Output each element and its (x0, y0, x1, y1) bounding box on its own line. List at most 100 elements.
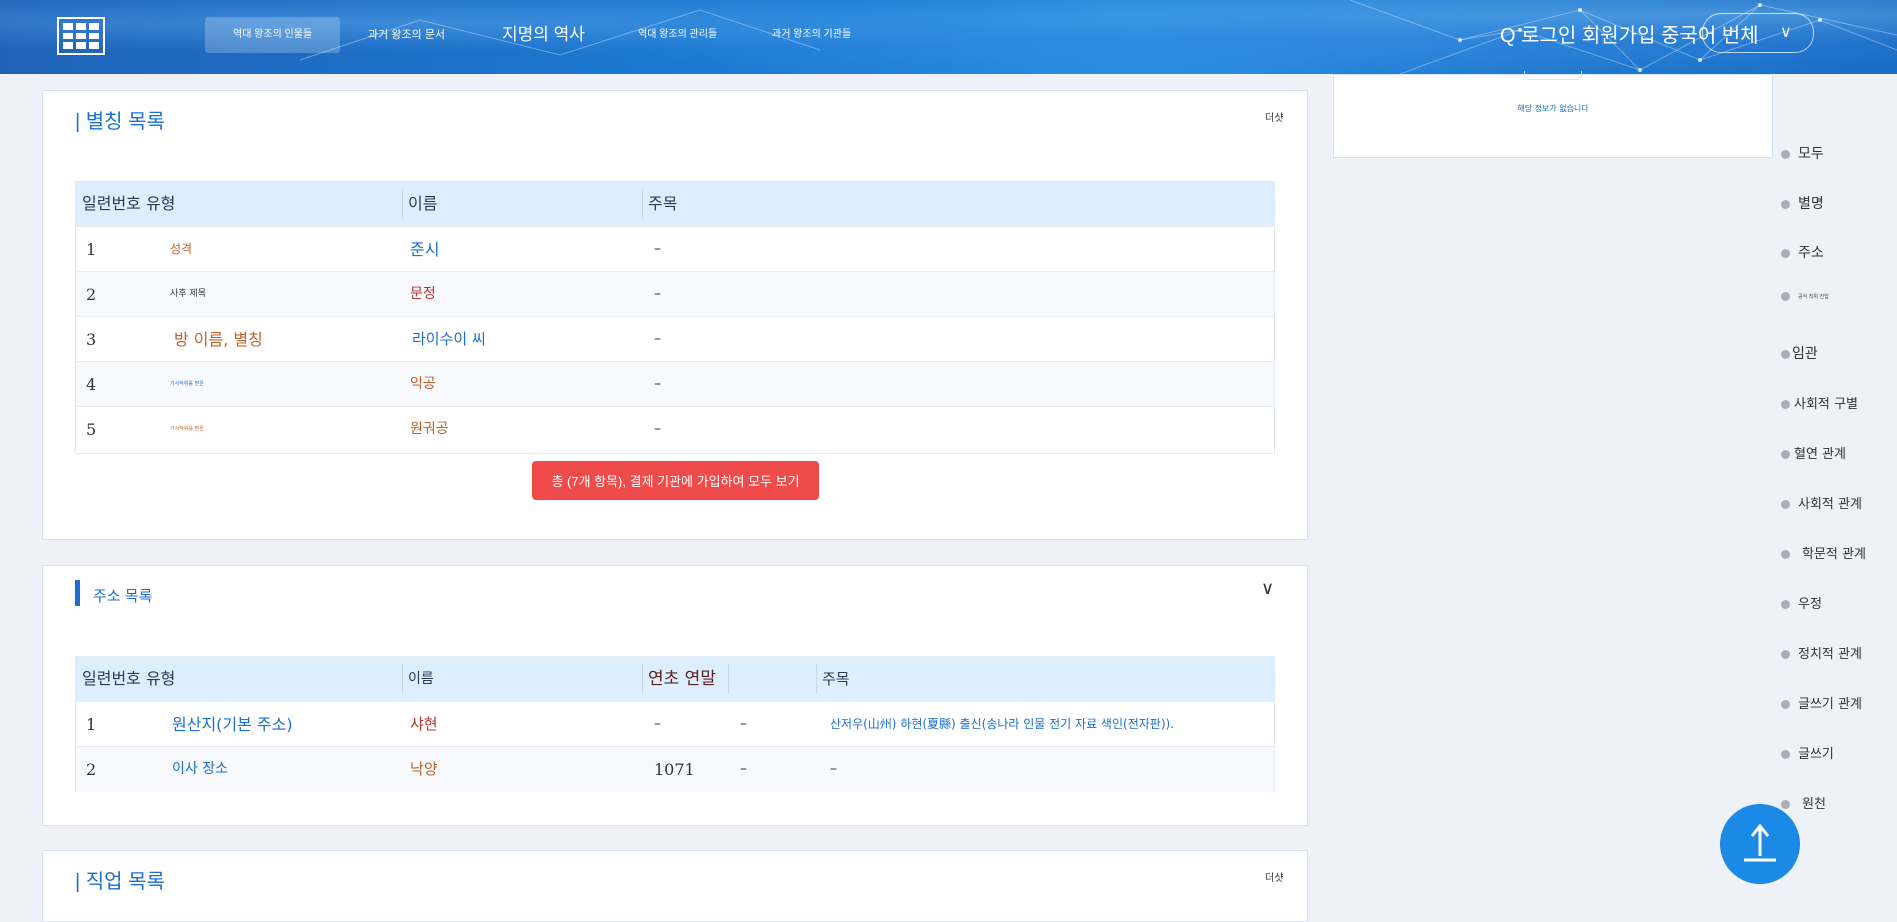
info-box-tab (1524, 71, 1582, 80)
side-nav-social-relations[interactable]: 사회적 관계 (1781, 493, 1862, 512)
alias-name[interactable]: 익공 (410, 362, 436, 407)
side-nav-appointment[interactable]: 임관 (1781, 343, 1818, 363)
address-note: – (830, 761, 837, 777)
nav-dynasty-documents[interactable]: 과거 왕조의 문서 (368, 17, 445, 53)
alias-table-header: 일련번호 유형 이름 주목 (76, 182, 1274, 226)
bullet-icon (1781, 700, 1790, 709)
bullet-icon (1781, 600, 1790, 609)
header-serial-type: 일련번호 유형 (82, 194, 176, 213)
alias-table: 일련번호 유형 이름 주목 1 성격 준시 – 2 사후 제목 문정 – 3 방… (75, 181, 1275, 454)
nav-dynasty-officials[interactable]: 역대 왕조의 관리들 (638, 17, 717, 53)
header-note: 주목 (648, 194, 678, 213)
address-name[interactable]: 낙양 (410, 747, 438, 792)
table-row: 2 사후 제목 문정 – (76, 271, 1274, 317)
bullet-icon (1781, 349, 1790, 359)
table-row: 4 기사작위를 받은 익공 – (76, 361, 1274, 407)
alias-type: 성격 (170, 242, 193, 256)
alias-note: – (654, 376, 661, 392)
nav-dynasty-people[interactable]: 역대 왕조의 인물들 (205, 17, 341, 53)
bullet-icon (1781, 149, 1790, 159)
section-accent-bar (75, 580, 80, 606)
nav-place-history[interactable]: 지명의 역사 (502, 17, 585, 53)
alias-name[interactable]: 문정 (410, 272, 436, 317)
side-nav-address[interactable]: 주소 (1781, 242, 1824, 262)
header-note: 주목 (822, 670, 850, 688)
info-box: 해당 정보가 없습니다 (1333, 71, 1773, 158)
address-table-header: 일련번호 유형 이름 연초 연말 주목 (76, 657, 1274, 701)
side-nav-social-distinction[interactable]: 사회적 구별 (1781, 393, 1858, 412)
info-box-message: 해당 정보가 없습니다 (1517, 104, 1589, 113)
alias-note: – (654, 286, 661, 302)
row-number: 2 (86, 760, 97, 779)
header-divider (642, 189, 643, 219)
alias-name[interactable]: 원궈공 (410, 407, 449, 452)
alias-note: – (654, 421, 661, 437)
job-section: | 직업 목록 더샷 (42, 850, 1308, 922)
side-nav-office-entry[interactable]: 공식 직위 진입 (1781, 292, 1829, 301)
alias-name[interactable]: 라이수이 씨 (412, 317, 486, 362)
header-divider (728, 664, 729, 694)
address-start: 1071 (654, 760, 695, 779)
row-number: 1 (86, 715, 97, 734)
address-section: 주소 목록 ∨ 일련번호 유형 이름 연초 연말 주목 1 원산지(기본 주소)… (42, 565, 1308, 826)
alias-name[interactable]: 준시 (410, 227, 439, 272)
side-nav-writing[interactable]: 글쓰기 (1781, 743, 1834, 762)
table-row: 1 원산지(기본 주소) 샤현 – – 산저우(山州) 하현(夏縣) 출신(송나… (76, 701, 1274, 747)
side-nav-alias[interactable]: 별명 (1781, 193, 1824, 213)
bullet-icon (1781, 450, 1790, 459)
header-start-end: 연초 연말 (648, 669, 716, 689)
alias-type: 기사작위를 받은 (170, 381, 204, 387)
nav-dynasty-institutions[interactable]: 과거 왕조의 기관들 (772, 17, 851, 53)
address-table: 일련번호 유형 이름 연초 연말 주목 1 원산지(기본 주소) 샤현 – – … (75, 656, 1275, 792)
side-nav-all[interactable]: 모두 (1781, 143, 1824, 163)
alias-type: 사후 제목 (170, 289, 206, 299)
table-row: 2 이사 장소 낙양 1071 – – (76, 746, 1274, 792)
arrow-up-icon (1744, 823, 1776, 862)
row-number: 4 (86, 375, 97, 394)
bullet-icon (1781, 199, 1790, 209)
side-nav-friendship[interactable]: 우정 (1781, 593, 1822, 612)
address-type: 원산지(기본 주소) (172, 715, 293, 734)
header-name: 이름 (408, 671, 434, 687)
job-section-title: | 직업 목록 (75, 871, 165, 893)
row-number: 5 (86, 420, 97, 439)
table-row: 1 성격 준시 – (76, 226, 1274, 272)
bullet-icon (1781, 550, 1790, 559)
address-end: – (740, 716, 747, 732)
row-number: 3 (86, 330, 97, 349)
address-note: 산저우(山州) 하현(夏縣) 출신(송나라 인물 전기 자료 색인(전자판)). (830, 717, 1174, 731)
side-nav-kinship[interactable]: 혈연 관계 (1781, 443, 1846, 462)
side-nav-political-relations[interactable]: 정치적 관계 (1781, 643, 1862, 662)
header-divider (642, 664, 643, 694)
job-more-link[interactable]: 더샷 (1265, 869, 1283, 884)
site-header: 역대 왕조의 인물들 과거 왕조의 문서 지명의 역사 역대 왕조의 관리들 과… (0, 0, 1897, 74)
bullet-icon (1781, 500, 1790, 509)
alias-note: – (654, 331, 661, 347)
chevron-down-icon[interactable]: ∨ (1261, 578, 1274, 599)
header-divider (816, 664, 817, 694)
language-selector[interactable] (1702, 13, 1814, 53)
alias-section-title: | 별칭 목록 (75, 111, 165, 133)
header-divider (402, 189, 403, 219)
address-start: – (654, 716, 661, 732)
view-all-button[interactable]: 총 (7개 항목), 결제 기관에 가입하여 모두 보기 (532, 461, 819, 500)
header-name: 이름 (408, 194, 438, 213)
side-nav-writing-relations[interactable]: 글쓰기 관계 (1781, 693, 1862, 712)
alias-type: 기사작위를 받은 (170, 426, 204, 432)
alias-note: – (654, 241, 661, 257)
scroll-top-button[interactable] (1720, 804, 1800, 884)
header-divider (402, 664, 403, 694)
address-name[interactable]: 샤현 (410, 702, 438, 747)
site-logo[interactable] (57, 17, 105, 55)
address-type: 이사 장소 (172, 761, 228, 777)
side-nav-academic-relations[interactable]: 학문적 관계 (1781, 543, 1866, 562)
header-serial-type: 일련번호 유형 (82, 669, 176, 688)
alias-section: | 별칭 목록 더샷 일련번호 유형 이름 주목 1 성격 준시 – 2 사후 … (42, 90, 1308, 540)
table-row: 3 방 이름, 별칭 라이수이 씨 – (76, 316, 1274, 362)
table-row: 5 기사작위를 받은 원궈공 – (76, 406, 1274, 452)
bullet-icon (1781, 292, 1790, 301)
bullet-icon (1781, 248, 1790, 258)
chevron-down-icon[interactable]: ∨ (1780, 22, 1792, 41)
address-end: – (740, 761, 747, 777)
alias-more-link[interactable]: 더샷 (1265, 109, 1283, 124)
